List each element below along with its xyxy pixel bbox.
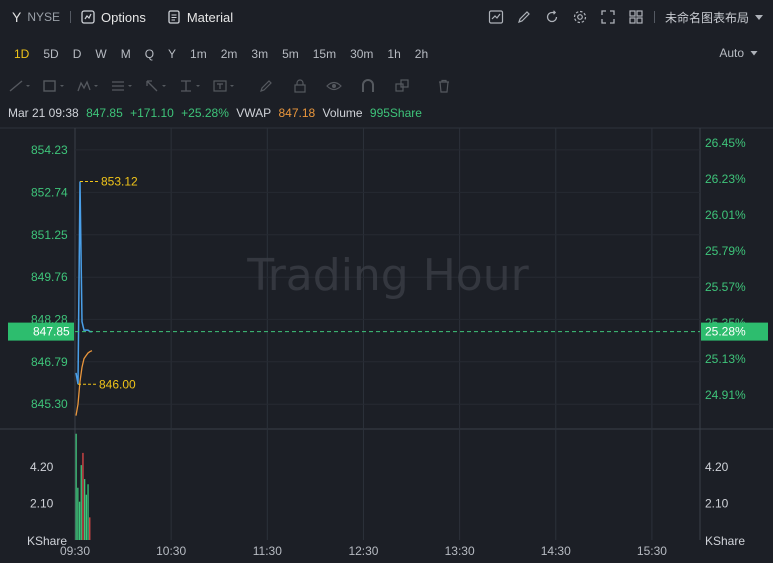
price-line [75,181,92,385]
volume-left-tick: 2.10 [30,496,54,510]
y-left-tick-label: 849.76 [31,270,68,284]
current-price-label: 847.85 [33,325,70,339]
y-right-tick-label: 25.13% [705,352,746,366]
y-right-tick-label: 24.91% [705,388,746,402]
volume-bar [77,487,79,540]
y-right-tick-label: 25.57% [705,280,746,294]
y-left-tick-label: 852.74 [31,185,68,199]
x-tick-label: 15:30 [637,544,667,558]
y-left-tick-label: 845.30 [31,397,68,411]
volume-bar [84,479,86,540]
y-left-tick-label: 846.79 [31,355,68,369]
volume-right-tick: 4.20 [705,460,729,474]
watermark-text: Trading Hour [246,250,529,301]
y-left-tick-label: 854.23 [31,143,68,157]
volume-unit-right: KShare [705,534,745,548]
y-right-tick-label: 26.01% [705,208,746,222]
x-tick-label: 12:30 [348,544,378,558]
volume-left-tick: 4.20 [30,460,54,474]
volume-bar [75,433,77,540]
high-label: 853.12 [101,175,138,189]
current-pct-label: 25.28% [705,325,746,339]
volume-bar [80,465,82,540]
x-tick-label: 10:30 [156,544,186,558]
volume-unit-left: KShare [27,534,67,548]
volume-right-tick: 2.10 [705,496,729,510]
volume-bar [82,452,84,540]
x-tick-label: 13:30 [445,544,475,558]
volume-bar [89,517,91,540]
volume-bar [78,501,81,540]
y-right-tick-label: 26.23% [705,172,746,186]
volume-bar [85,494,87,540]
x-tick-label: 11:30 [253,544,282,558]
volume-bar [87,484,89,540]
y-left-tick-label: 851.25 [31,228,68,242]
intraday-chart[interactable]: 09:30 10:30 11:30 12:30 13:30 14:30 15:30854.2… [0,0,773,563]
x-tick-label: 14:30 [541,544,571,558]
y-right-tick-label: 26.45% [705,136,746,150]
low-label: 846.00 [99,377,136,391]
y-right-tick-label: 25.79% [705,244,746,258]
